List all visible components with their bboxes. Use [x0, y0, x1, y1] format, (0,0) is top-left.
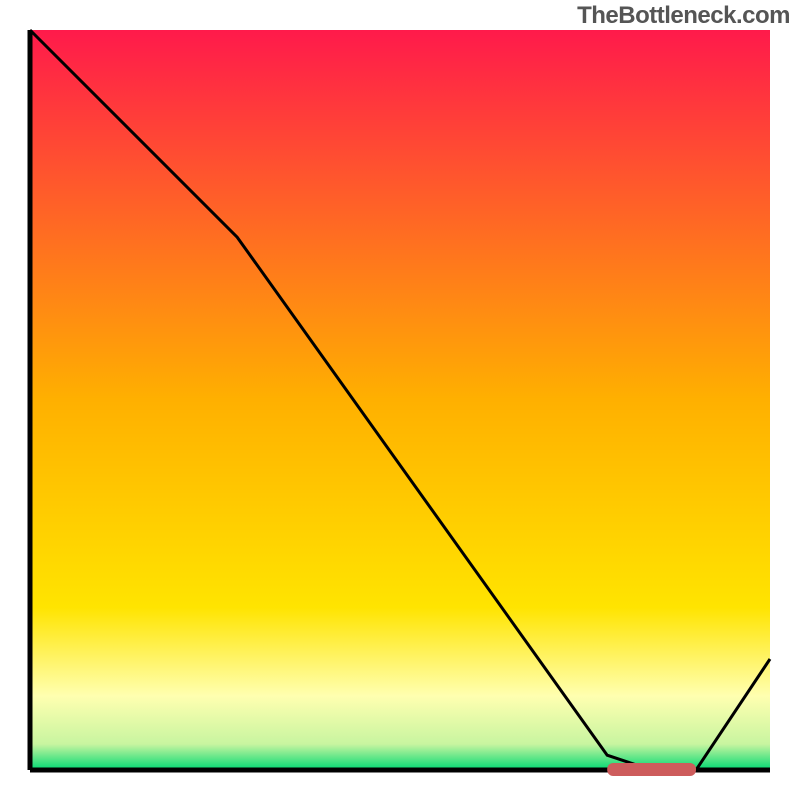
- optimal-marker: [607, 763, 696, 776]
- chart-svg: [0, 0, 800, 800]
- chart-stage: TheBottleneck.com: [0, 0, 800, 800]
